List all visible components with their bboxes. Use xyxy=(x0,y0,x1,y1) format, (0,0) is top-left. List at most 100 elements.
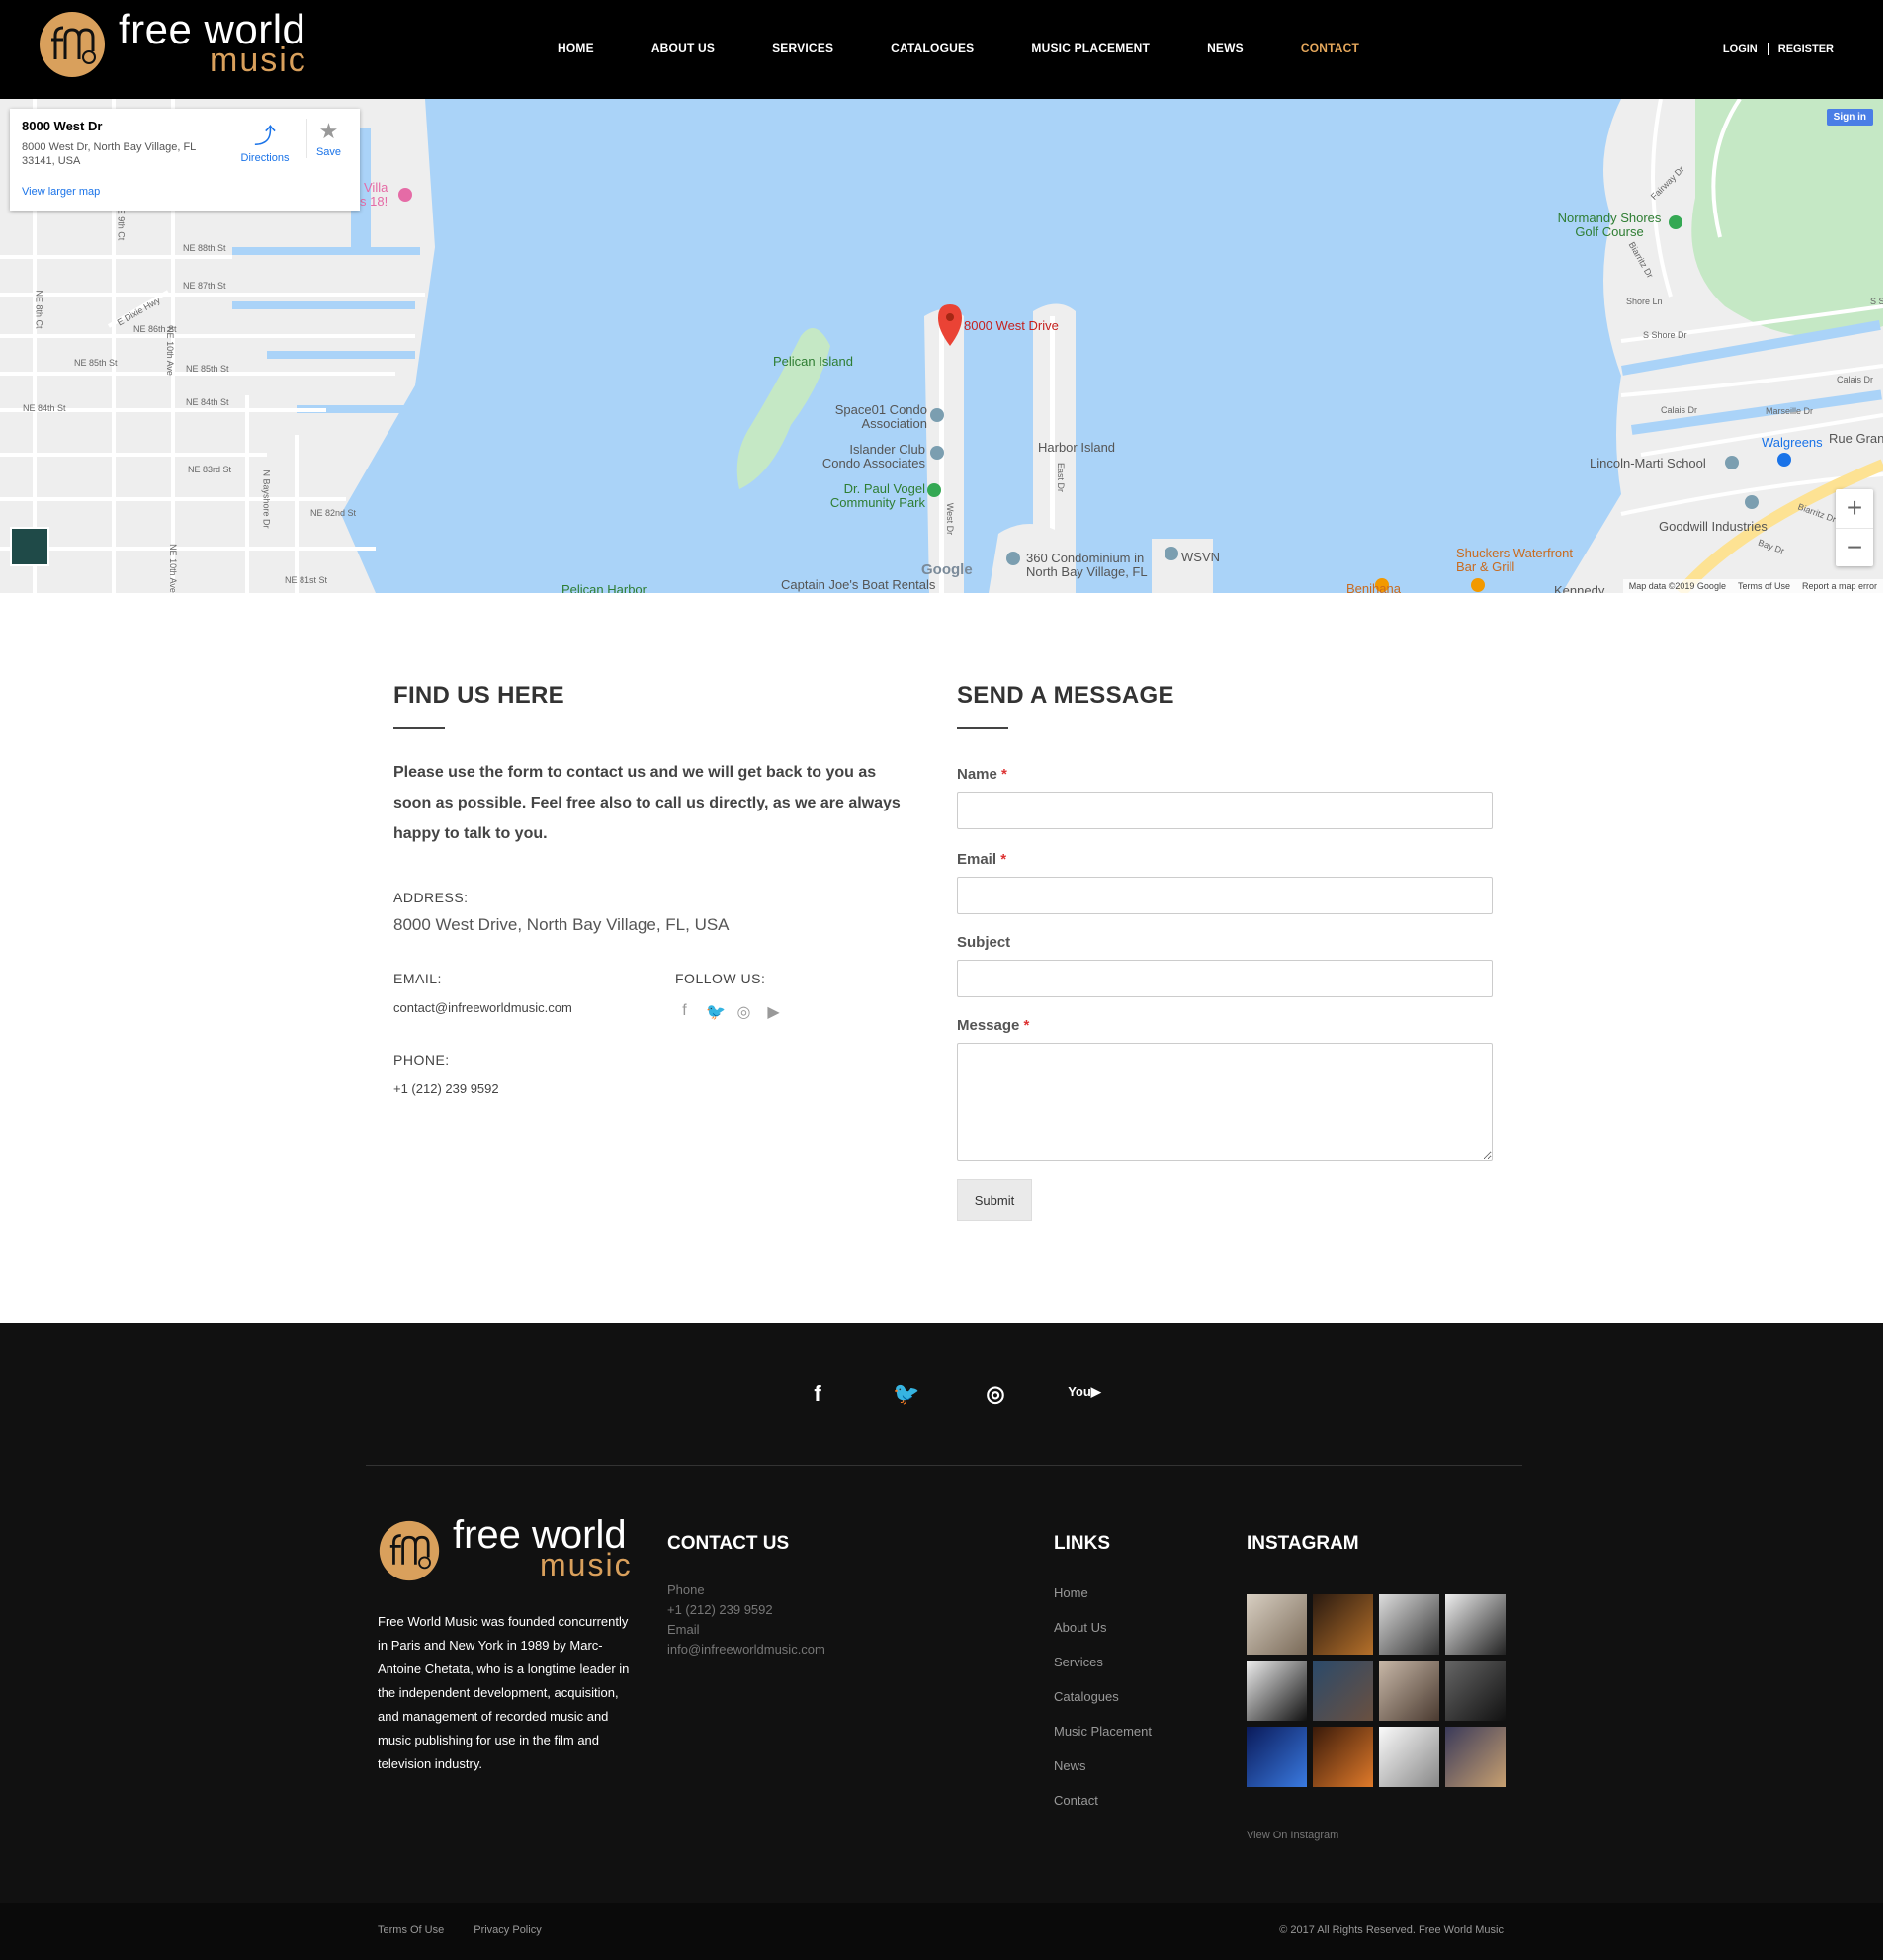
map-label-benihana: Benihana xyxy=(1346,581,1401,593)
facebook-icon[interactable]: f xyxy=(797,1381,838,1406)
nav-about-us[interactable]: ABOUT US xyxy=(651,42,715,55)
message-label: Message * xyxy=(957,1017,1030,1034)
facebook-icon[interactable]: f xyxy=(676,1002,693,1022)
save-button[interactable]: ★ Save xyxy=(306,119,350,158)
register-link[interactable]: REGISTER xyxy=(1778,43,1834,55)
footer-phone[interactable]: +1 (212) 239 9592 xyxy=(667,1600,825,1620)
map-label-pelican-island: Pelican Island xyxy=(773,354,853,369)
map-label-captain-joes: Captain Joe's Boat Rentals xyxy=(781,577,936,592)
site-footer: f 🐦 ◎ You▶ free world music Free World M… xyxy=(0,1323,1883,1903)
footer-logo[interactable]: free world music xyxy=(378,1513,645,1584)
street-label: Shore Ln xyxy=(1626,297,1663,306)
instagram-icon[interactable]: ◎ xyxy=(975,1381,1016,1406)
twitter-icon[interactable]: 🐦 xyxy=(886,1381,927,1406)
twitter-icon[interactable]: 🐦 xyxy=(706,1002,726,1022)
youtube-icon[interactable]: You▶ xyxy=(1064,1381,1105,1406)
zoom-controls: + − xyxy=(1836,489,1873,566)
map-sign-in-button[interactable]: Sign in xyxy=(1826,109,1873,126)
instagram-photo[interactable] xyxy=(1379,1594,1439,1655)
address-label: ADDRESS: xyxy=(393,890,469,905)
street-label: NE 10th Ave xyxy=(167,544,178,593)
nav-contact[interactable]: CONTACT xyxy=(1301,42,1359,55)
footer-instagram-title: INSTAGRAM xyxy=(1247,1533,1359,1554)
email-input[interactable] xyxy=(957,877,1493,914)
instagram-photo[interactable] xyxy=(1379,1661,1439,1721)
street-label: NE 8th Ct xyxy=(34,290,44,329)
instagram-photo[interactable] xyxy=(1445,1727,1506,1787)
instagram-photo[interactable] xyxy=(1247,1661,1307,1721)
instagram-photo[interactable] xyxy=(1445,1661,1506,1721)
map-pin-label[interactable]: 8000 West Drive xyxy=(964,318,1059,333)
zoom-in-button[interactable]: + xyxy=(1836,489,1873,528)
map-report-link[interactable]: Report a map error xyxy=(1802,581,1877,591)
map-attribution: Map data ©2019 Google Terms of Use Repor… xyxy=(1622,579,1883,593)
instagram-photo[interactable] xyxy=(1313,1661,1373,1721)
street-label: E 9th Ct xyxy=(116,208,127,241)
instagram-photo[interactable] xyxy=(1313,1727,1373,1787)
map-label-360-condo: 360 Condominium in North Bay Village, FL xyxy=(1026,551,1148,579)
footer-links-title: LINKS xyxy=(1054,1533,1110,1554)
google-map[interactable]: 8000 West Drive Pelican Island Space01 C… xyxy=(0,99,1883,593)
instagram-photo[interactable] xyxy=(1445,1594,1506,1655)
login-link[interactable]: LOGIN xyxy=(1723,43,1758,55)
instagram-photo[interactable] xyxy=(1247,1594,1307,1655)
instagram-icon[interactable]: ◎ xyxy=(735,1002,752,1022)
youtube-icon[interactable]: ▶ xyxy=(765,1002,782,1022)
view-larger-map-link[interactable]: View larger map xyxy=(22,186,100,198)
footer-link-contact[interactable]: Contact xyxy=(1054,1793,1152,1828)
map-terms-link[interactable]: Terms of Use xyxy=(1738,581,1790,591)
message-textarea[interactable] xyxy=(957,1043,1493,1161)
instagram-photo[interactable] xyxy=(1313,1594,1373,1655)
nav-home[interactable]: HOME xyxy=(558,42,594,55)
footer-link-music-placement[interactable]: Music Placement xyxy=(1054,1724,1152,1758)
footer-link-catalogues[interactable]: Catalogues xyxy=(1054,1689,1152,1724)
footer-link-home[interactable]: Home xyxy=(1054,1585,1152,1620)
nav-news[interactable]: NEWS xyxy=(1207,42,1244,55)
nav-catalogues[interactable]: CATALOGUES xyxy=(891,42,974,55)
instagram-grid xyxy=(1247,1594,1506,1787)
footer-link-news[interactable]: News xyxy=(1054,1758,1152,1793)
footer-email[interactable]: info@infreeworldmusic.com xyxy=(667,1640,825,1660)
save-label: Save xyxy=(315,146,342,158)
view-on-instagram-link[interactable]: View On Instagram xyxy=(1247,1830,1338,1841)
map-label-lincoln-marti: Lincoln-Marti School xyxy=(1590,456,1706,470)
street-label: S Shore Dr xyxy=(1643,330,1687,340)
follow-us-label: FOLLOW US: xyxy=(675,971,766,986)
name-input[interactable] xyxy=(957,792,1493,829)
map-label-s18: s 18! xyxy=(360,194,388,209)
site-logo[interactable]: free world music xyxy=(38,6,324,79)
street-label: NE 85th St xyxy=(74,358,118,368)
instagram-photo[interactable] xyxy=(1247,1727,1307,1787)
google-logo[interactable]: Google xyxy=(921,561,973,578)
street-view-thumbnail[interactable] xyxy=(10,527,49,566)
main-nav: HOME ABOUT US SERVICES CATALOGUES MUSIC … xyxy=(558,42,1417,55)
street-label: NE 87th St xyxy=(183,281,226,291)
directions-button[interactable]: ⤴ Directions xyxy=(235,119,295,164)
submit-button[interactable]: Submit xyxy=(957,1179,1032,1221)
street-label: NE 82nd St xyxy=(310,508,357,518)
map-label-shuckers: Shuckers Waterfront Bar & Grill xyxy=(1456,546,1574,574)
email-value[interactable]: contact@infreeworldmusic.com xyxy=(393,1000,572,1015)
instagram-photo[interactable] xyxy=(1379,1727,1439,1787)
footer-links: Home About Us Services Catalogues Music … xyxy=(1054,1585,1152,1828)
footer-link-about-us[interactable]: About Us xyxy=(1054,1620,1152,1655)
auth-links: LOGIN REGISTER xyxy=(1723,43,1834,55)
directions-label: Directions xyxy=(240,152,290,164)
map-data-text: Map data ©2019 Google xyxy=(1628,581,1726,591)
place-title: 8000 West Dr xyxy=(22,119,103,133)
nav-music-placement[interactable]: MUSIC PLACEMENT xyxy=(1031,42,1150,55)
terms-of-use-link[interactable]: Terms Of Use xyxy=(378,1924,444,1936)
privacy-policy-link[interactable]: Privacy Policy xyxy=(474,1924,541,1936)
footer-link-services[interactable]: Services xyxy=(1054,1655,1152,1689)
subject-input[interactable] xyxy=(957,960,1493,997)
map-label-islander: Islander Club Condo Associates xyxy=(821,442,925,470)
nav-services[interactable]: SERVICES xyxy=(772,42,833,55)
street-label: NE 84th St xyxy=(23,403,66,413)
zoom-out-button[interactable]: − xyxy=(1836,528,1873,566)
phone-value[interactable]: +1 (212) 239 9592 xyxy=(393,1081,499,1096)
place-address: 8000 West Dr, North Bay Village, FL 3314… xyxy=(22,141,196,167)
contact-form: SEND A MESSAGE Name * Email * Subject Me… xyxy=(957,682,1493,1221)
copyright-text: © 2017 All Rights Reserved. Free World M… xyxy=(1279,1924,1504,1936)
street-label: N Bayshore Dr xyxy=(261,469,272,529)
street-label: Calais Dr xyxy=(1661,405,1698,415)
